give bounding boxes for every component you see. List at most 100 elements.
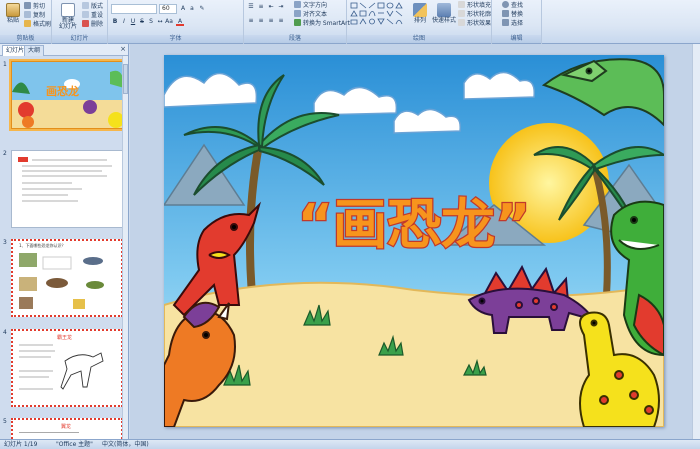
bullets-button[interactable]: ☰ — [247, 3, 255, 11]
shape-fill-label: 形状填充 — [467, 2, 492, 9]
copy-button[interactable]: 复制 — [24, 11, 45, 20]
align-text-button[interactable]: 对齐文本 — [294, 10, 327, 19]
status-bar: 幻灯片 1/19 "Office 主题" 中文(简体，中国) — [0, 439, 700, 449]
font-size-combo[interactable]: 60 — [159, 4, 177, 14]
brush-icon — [24, 20, 31, 27]
justify-button[interactable]: ≡ — [277, 17, 285, 25]
close-icon[interactable]: × — [120, 45, 126, 54]
new-slide-button[interactable]: 新建 幻灯片 — [56, 2, 80, 30]
thumbnail-5-title: 翼龙 — [61, 424, 72, 430]
thumbnail-row[interactable]: 1 画恐龙 — [2, 59, 125, 131]
replace-label: 替换 — [511, 11, 524, 18]
bold-button[interactable]: B — [111, 18, 119, 26]
slides-group-label: 幻灯片 — [52, 35, 107, 43]
thumbnail-slide-4[interactable]: 霸王龙 — [11, 329, 123, 407]
slide-editing-area: “画恐龙” — [130, 44, 700, 439]
paragraph-group: ☰ ≡ ⇤ ⇥ ≡ ≡ ≡ ≡ 文字方向 对齐文本 转换为 SmartArt 段… — [244, 0, 350, 44]
thumbnail-row[interactable]: 2 — [2, 150, 124, 230]
reset-icon — [82, 11, 89, 18]
language-indicator[interactable]: 中文(简体，中国) — [102, 440, 149, 449]
strike-button[interactable]: S — [138, 18, 146, 26]
increase-indent-button[interactable]: ⇥ — [277, 3, 285, 11]
align-center-button[interactable]: ≡ — [257, 17, 265, 25]
change-case-button[interactable]: Aa — [165, 18, 173, 26]
font-group-label: 字体 — [108, 35, 243, 43]
clear-format-button[interactable]: ✎ — [198, 5, 206, 13]
drawing-group-label: 绘图 — [347, 35, 491, 43]
tab-outline[interactable]: 大纲 — [24, 45, 45, 56]
shape-fill-button[interactable]: 形状填充 — [458, 1, 491, 10]
font-name-combo[interactable] — [111, 4, 157, 14]
thumbnail-row[interactable]: 5 翼龙 — [2, 418, 124, 439]
thumbnail-slide-3[interactable]: 1、下面哪些恐龙你认识？ — [11, 239, 123, 317]
thumbnail-slide-2[interactable] — [11, 150, 123, 228]
align-text-label: 对齐文本 — [303, 11, 328, 18]
delete-slide-button[interactable]: 删除 — [82, 20, 103, 29]
thumbnail-4-title: 霸王龙 — [57, 335, 73, 341]
slide-canvas[interactable]: “画恐龙” — [164, 55, 664, 427]
shape-outline-button[interactable]: 形状轮廓 — [458, 10, 491, 19]
thumbnail-number: 1 — [3, 61, 7, 68]
shapes-gallery[interactable] — [350, 2, 405, 28]
thumbnail-4-image — [19, 344, 104, 390]
thumbnail-slide-5[interactable]: 翼龙 — [11, 418, 123, 439]
select-button[interactable]: 选择 — [502, 19, 523, 28]
thumbnail-3-image — [19, 253, 104, 309]
fill-icon — [458, 1, 465, 8]
select-label: 选择 — [511, 20, 524, 27]
smartart-icon — [294, 19, 301, 26]
layout-icon — [82, 2, 89, 9]
drawing-group: 排列 快速样式 形状填充 形状轮廓 形状效果 绘图 — [347, 0, 492, 44]
slide-illustration: “画恐龙” — [164, 55, 664, 427]
shape-effects-button[interactable]: 形状效果 — [458, 19, 491, 28]
cut-button[interactable]: 剪切 — [24, 2, 45, 11]
quick-styles-button[interactable]: 快速样式 — [431, 2, 457, 30]
slide-thumbnail-pane: 幻灯片 大纲 × 1 画恐龙 2 3 1、下面哪些恐龙你认识？ 4 霸王龙 5 … — [0, 44, 129, 439]
numbering-button[interactable]: ≡ — [257, 3, 265, 11]
layout-button[interactable]: 版式 — [82, 2, 103, 11]
paste-label: 粘贴 — [6, 17, 19, 24]
pane-tabs: 幻灯片 大纲 × — [0, 44, 128, 56]
smartart-button[interactable]: 转换为 SmartArt — [294, 19, 350, 28]
thumbnail-row[interactable]: 4 霸王龙 — [2, 329, 124, 409]
arrange-button[interactable]: 排列 — [409, 2, 431, 30]
scrollbar-thumb[interactable] — [123, 64, 128, 94]
editing-group: 查找 替换 选择 编辑 — [492, 0, 542, 44]
spacing-button[interactable]: ↔ — [156, 18, 164, 26]
scissors-icon — [24, 2, 31, 9]
slides-group: 新建 幻灯片 版式 重设 删除 幻灯片 — [52, 0, 108, 44]
align-left-button[interactable]: ≡ — [247, 17, 255, 25]
replace-button[interactable]: 替换 — [502, 10, 523, 19]
ribbon: 粘贴 剪切 复制 格式刷 剪贴板 新建 幻灯片 版式 重设 删除 幻灯片 60 — [0, 0, 700, 44]
shadow-button[interactable]: S — [147, 18, 155, 26]
slide-scrollbar[interactable] — [692, 44, 700, 439]
underline-button[interactable]: U — [129, 18, 137, 26]
slide-title[interactable]: “画恐龙” — [296, 192, 531, 258]
paste-button[interactable]: 粘贴 — [2, 2, 24, 30]
grow-font-button[interactable]: A — [179, 5, 187, 13]
effects-icon — [458, 19, 465, 26]
shrink-font-button[interactable]: a — [188, 5, 196, 13]
align-right-button[interactable]: ≡ — [267, 17, 275, 25]
outline-icon — [458, 10, 465, 17]
shape-outline-label: 形状轮廓 — [467, 11, 492, 18]
arrange-icon — [413, 3, 427, 17]
format-painter-button[interactable]: 格式刷 — [24, 20, 51, 29]
text-direction-label: 文字方向 — [303, 2, 328, 9]
thumbnail-scrollbar[interactable] — [122, 56, 128, 439]
thumbnail-slide-1[interactable]: 画恐龙 — [9, 59, 125, 131]
find-button[interactable]: 查找 — [502, 1, 523, 10]
reset-label: 重设 — [91, 12, 104, 19]
italic-button[interactable]: I — [120, 18, 128, 26]
reset-button[interactable]: 重设 — [82, 11, 103, 20]
font-color-button[interactable]: A — [176, 18, 184, 26]
cut-label: 剪切 — [33, 3, 46, 10]
delete-icon — [82, 20, 89, 27]
find-icon — [502, 1, 509, 8]
text-direction-button[interactable]: 文字方向 — [294, 1, 327, 10]
thumbnail-row[interactable]: 3 1、下面哪些恐龙你认识？ — [2, 239, 124, 319]
delete-label: 删除 — [91, 21, 104, 28]
decrease-indent-button[interactable]: ⇤ — [267, 3, 275, 11]
find-label: 查找 — [511, 2, 524, 9]
format-painter-label: 格式刷 — [33, 21, 52, 28]
